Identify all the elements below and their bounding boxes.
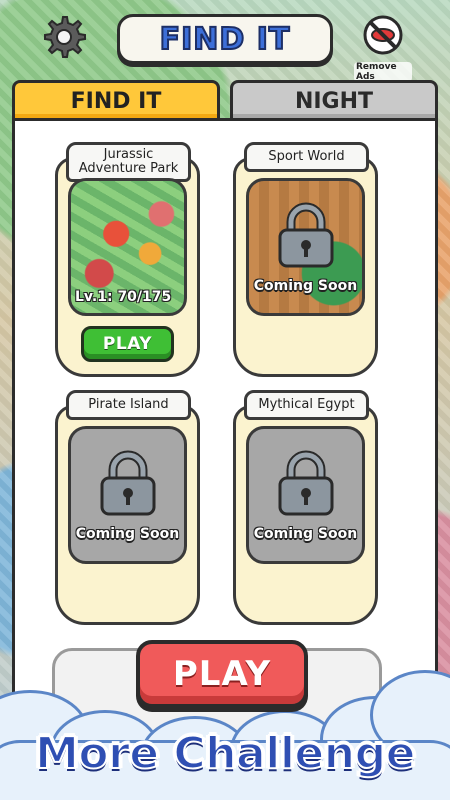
title-plate: FIND IT: [117, 14, 333, 64]
remove-ads-button[interactable]: Remove Ads: [354, 14, 412, 82]
promo-banner: More Challenge: [34, 727, 416, 780]
gear-icon: [40, 14, 86, 64]
settings-button[interactable]: [38, 14, 88, 64]
level-card-sport-world[interactable]: Sport World Coming Soon: [233, 142, 378, 377]
level-card-mythical-egypt[interactable]: Mythical Egypt Coming Soon: [233, 390, 378, 625]
coming-soon-label: Coming Soon: [253, 278, 358, 294]
remove-ads-label: Remove Ads: [354, 62, 412, 82]
lock-icon: [275, 200, 337, 274]
lock-overlay: Coming Soon: [71, 429, 184, 561]
page-title: FIND IT: [159, 21, 291, 58]
lock-icon: [97, 448, 159, 522]
level-thumbnail: Coming Soon: [246, 178, 365, 316]
level-title: Sport World: [244, 142, 369, 172]
level-card-pirate-island[interactable]: Pirate Island Coming Soon: [55, 390, 200, 625]
mode-tabs: FIND IT NIGHT: [12, 80, 438, 120]
level-thumbnail[interactable]: Lv.1: 70/175: [68, 178, 187, 316]
play-button[interactable]: PLAY: [81, 326, 174, 362]
coming-soon-label: Coming Soon: [75, 526, 180, 542]
lock-icon: [275, 448, 337, 522]
tab-night[interactable]: NIGHT: [230, 80, 438, 120]
level-thumbnail: Coming Soon: [68, 426, 187, 564]
level-title: Jurassic Adventure Park: [66, 142, 191, 182]
no-ads-icon: [362, 14, 404, 60]
level-thumbnail: Coming Soon: [246, 426, 365, 564]
level-card-jurassic[interactable]: Jurassic Adventure Park Lv.1: 70/175 PLA…: [55, 142, 200, 377]
level-title: Mythical Egypt: [244, 390, 369, 420]
level-title: Pirate Island: [66, 390, 191, 420]
lock-overlay: Coming Soon: [249, 181, 362, 313]
coming-soon-label: Coming Soon: [253, 526, 358, 542]
lock-overlay: Coming Soon: [249, 429, 362, 561]
top-bar: FIND IT Remove Ads: [0, 0, 450, 82]
tab-find-it[interactable]: FIND IT: [12, 80, 220, 120]
level-progress: Lv.1: 70/175: [75, 289, 172, 305]
big-play-button[interactable]: PLAY: [136, 640, 308, 708]
